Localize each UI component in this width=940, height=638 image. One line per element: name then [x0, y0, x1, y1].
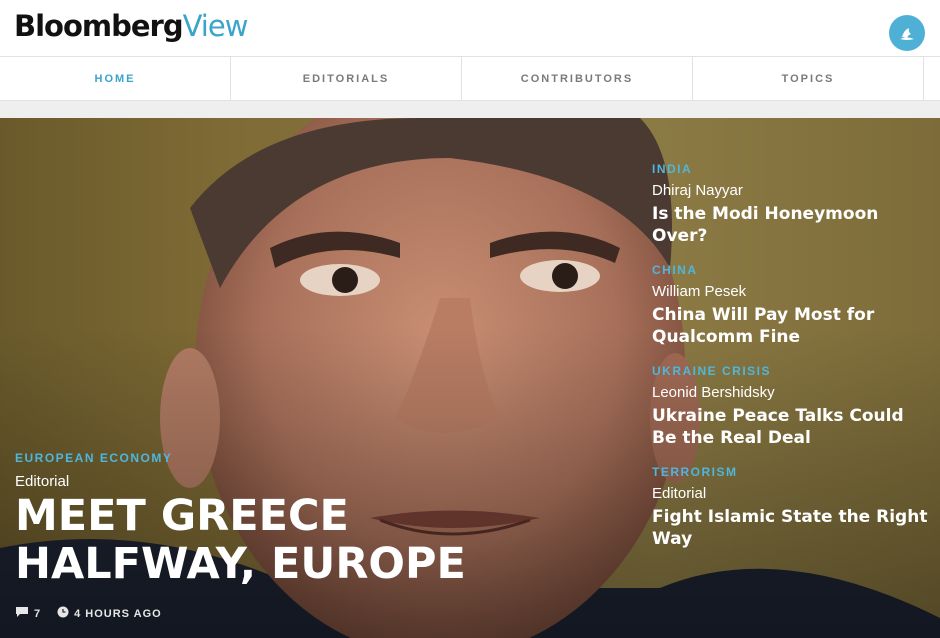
lead-story-byline: Editorial	[15, 473, 70, 490]
story-author[interactable]: William Pesek	[652, 283, 932, 304]
logo-text-view: View	[182, 9, 249, 43]
story-author[interactable]: Leonid Bershidsky	[652, 384, 932, 405]
nav-divider	[0, 101, 940, 118]
comment-count[interactable]: 7	[34, 608, 41, 620]
story-author[interactable]: Editorial	[652, 485, 932, 506]
story-title[interactable]: China Will Pay Most for Qualcomm Fine	[652, 304, 932, 348]
timestamp: 4 HOURS AGO	[74, 607, 162, 620]
side-story[interactable]: UKRAINE CRISIS Leonid Bershidsky Ukraine…	[652, 364, 932, 449]
story-title[interactable]: Ukraine Peace Talks Could Be the Real De…	[652, 405, 932, 449]
user-avatar-button[interactable]	[889, 15, 925, 51]
story-title[interactable]: Is the Modi Honeymoon Over?	[652, 203, 932, 247]
lead-story-kicker[interactable]: EUROPEAN ECONOMY	[15, 451, 172, 465]
nav-item-editorials[interactable]: EDITORIALS	[231, 57, 462, 100]
hero-section[interactable]: EUROPEAN ECONOMY Editorial MEET GREECE H…	[0, 118, 940, 638]
story-title[interactable]: Fight Islamic State the Right Way	[652, 506, 932, 550]
story-kicker[interactable]: UKRAINE CRISIS	[652, 364, 932, 382]
logo-text-bloomberg: Bloomberg	[14, 9, 184, 43]
nav-item-home[interactable]: HOME	[0, 57, 231, 100]
clock-icon	[57, 606, 69, 621]
side-stories: INDIA Dhiraj Nayyar Is the Modi Honeymoo…	[652, 162, 932, 566]
nav-item-topics[interactable]: TOPICS	[693, 57, 924, 100]
site-logo[interactable]: BloombergView	[14, 6, 249, 46]
nav-item-overflow[interactable]	[924, 57, 940, 100]
user-avatar-icon	[900, 28, 914, 40]
story-kicker[interactable]: CHINA	[652, 263, 932, 281]
main-nav: HOME EDITORIALS CONTRIBUTORS TOPICS	[0, 56, 940, 101]
lead-story-meta: 7 4 HOURS AGO	[15, 606, 162, 621]
side-story[interactable]: TERRORISM Editorial Fight Islamic State …	[652, 465, 932, 550]
nav-item-contributors[interactable]: CONTRIBUTORS	[462, 57, 693, 100]
lead-story-title[interactable]: MEET GREECE HALFWAY, EUROPE	[15, 492, 575, 588]
site-header: BloombergView	[0, 0, 940, 56]
story-kicker[interactable]: TERRORISM	[652, 465, 932, 483]
comment-icon[interactable]	[15, 606, 29, 621]
story-kicker[interactable]: INDIA	[652, 162, 932, 180]
side-story[interactable]: CHINA William Pesek China Will Pay Most …	[652, 263, 932, 348]
side-story[interactable]: INDIA Dhiraj Nayyar Is the Modi Honeymoo…	[652, 162, 932, 247]
story-author[interactable]: Dhiraj Nayyar	[652, 182, 932, 203]
